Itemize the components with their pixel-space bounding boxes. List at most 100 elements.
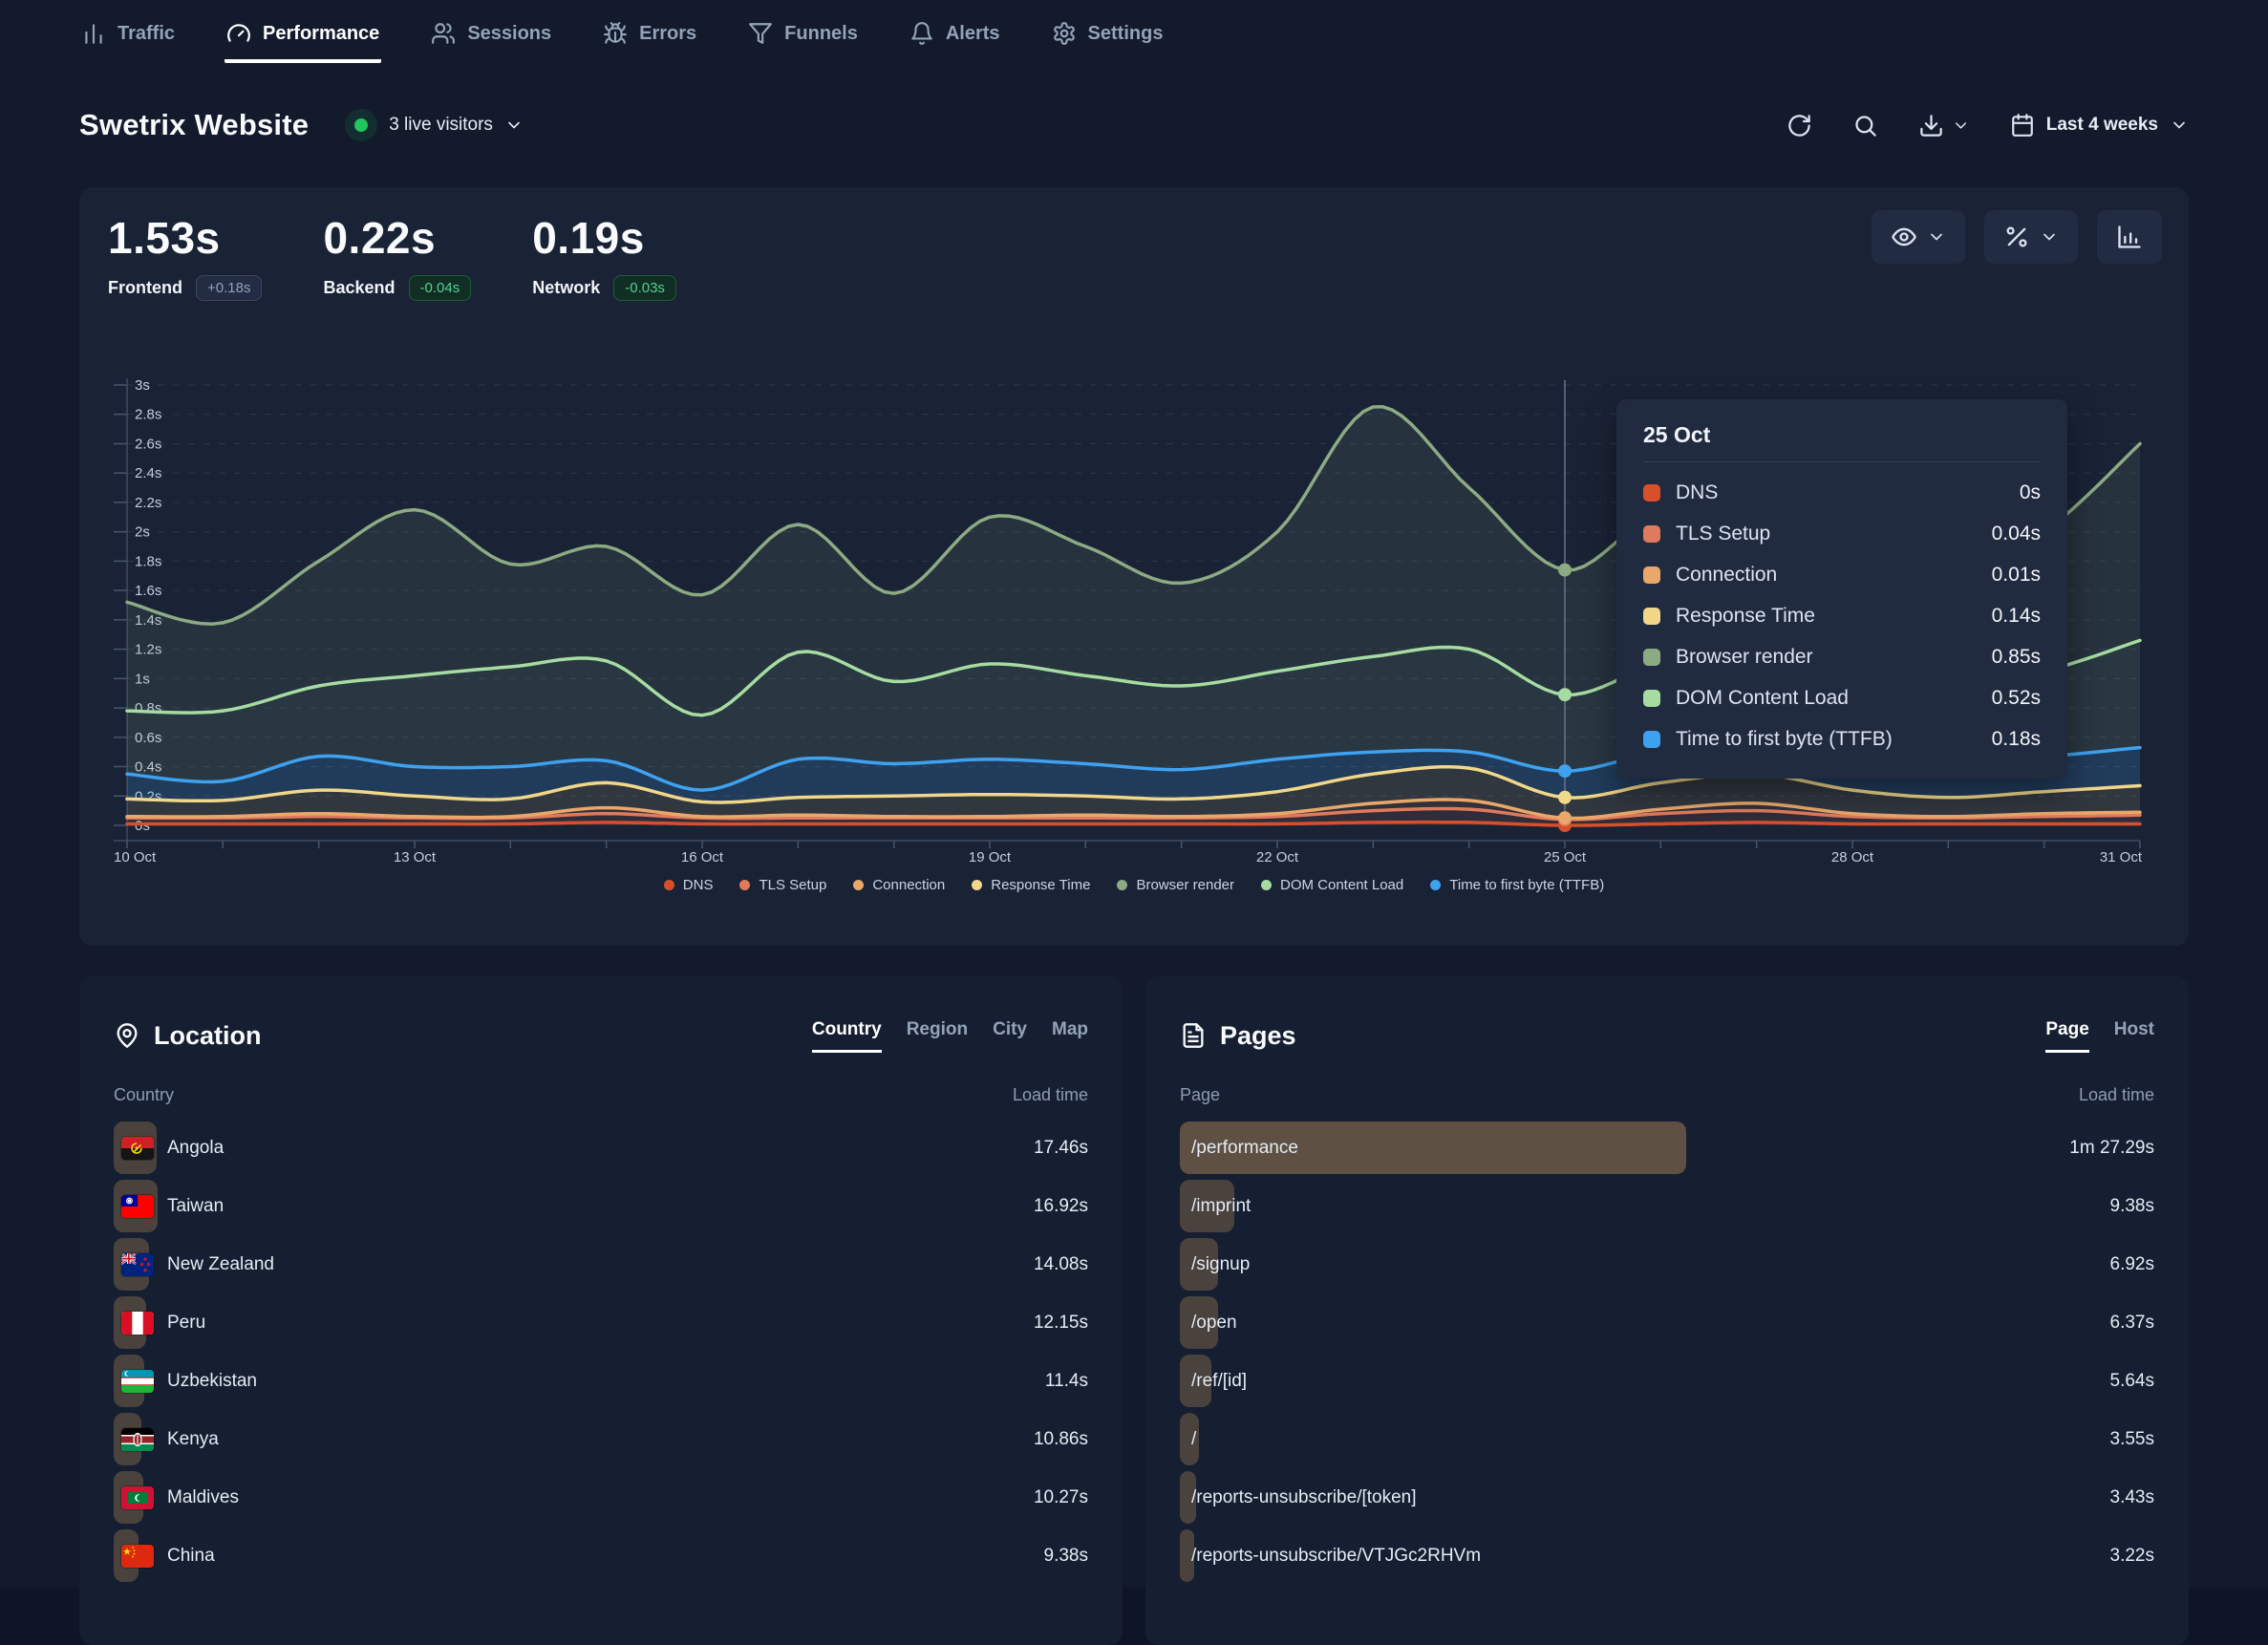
svg-text:16 Oct: 16 Oct bbox=[681, 849, 724, 865]
tooltip-swatch-icon bbox=[1643, 649, 1660, 666]
chevron-down-icon bbox=[2170, 116, 2189, 135]
page-row-ref-id[interactable]: /ref/[id]5.64s bbox=[1180, 1352, 2154, 1410]
legend-item-browser-render[interactable]: Browser render bbox=[1117, 877, 1234, 893]
tab-country[interactable]: Country bbox=[812, 1019, 882, 1053]
pages-rows: /performance1m 27.29s/imprint9.38s/signu… bbox=[1180, 1119, 2154, 1585]
country-row-uzbekistan[interactable]: Uzbekistan11.4s bbox=[114, 1352, 1088, 1410]
tooltip-metric-value: 0.14s bbox=[1992, 605, 2041, 628]
row-label: /reports-unsubscribe/[token] bbox=[1191, 1487, 1417, 1508]
nav-item-errors[interactable]: Errors bbox=[601, 13, 698, 63]
country-row-kenya[interactable]: Kenya10.86s bbox=[114, 1410, 1088, 1468]
row-label: Uzbekistan bbox=[167, 1371, 257, 1392]
country-row-taiwan[interactable]: Taiwan16.92s bbox=[114, 1177, 1088, 1235]
country-row-peru[interactable]: Peru12.15s bbox=[114, 1293, 1088, 1352]
svg-text:25 Oct: 25 Oct bbox=[1544, 849, 1587, 865]
tooltip-metric-value: 0.85s bbox=[1992, 646, 2041, 669]
svg-text:13 Oct: 13 Oct bbox=[394, 849, 437, 865]
tooltip-metric-label: Browser render bbox=[1676, 646, 1977, 669]
legend-item-dns[interactable]: DNS bbox=[664, 877, 714, 893]
header-controls: Last 4 weeks bbox=[1787, 113, 2189, 139]
live-visitors-dropdown[interactable]: 3 live visitors bbox=[345, 109, 524, 141]
map-pin-icon bbox=[114, 1022, 140, 1049]
legend-item-connection[interactable]: Connection bbox=[853, 877, 945, 893]
chart-tooltip: 25 Oct DNS0sTLS Setup0.04sConnection0.01… bbox=[1616, 399, 2067, 779]
download-icon bbox=[1918, 113, 1944, 139]
nav-item-label: Traffic bbox=[118, 23, 175, 45]
page-row-performance[interactable]: /performance1m 27.29s bbox=[1180, 1119, 2154, 1177]
chevron-down-icon bbox=[1952, 117, 1970, 135]
svg-text:31 Oct: 31 Oct bbox=[2100, 849, 2143, 865]
legend-item-time-to-first-byte-ttfb[interactable]: Time to first byte (TTFB) bbox=[1430, 877, 1604, 893]
gear-icon bbox=[1052, 21, 1077, 46]
tab-map[interactable]: Map bbox=[1052, 1019, 1088, 1053]
legend-item-tls-setup[interactable]: TLS Setup bbox=[739, 877, 826, 893]
row-label: / bbox=[1191, 1429, 1196, 1450]
tab-city[interactable]: City bbox=[993, 1019, 1027, 1053]
legend-item-dom-content-load[interactable]: DOM Content Load bbox=[1261, 877, 1403, 893]
row-label: Maldives bbox=[167, 1487, 239, 1508]
nav-item-funnels[interactable]: Funnels bbox=[746, 13, 860, 63]
row-label: China bbox=[167, 1546, 215, 1567]
tooltip-metric-label: Connection bbox=[1676, 564, 1977, 587]
tooltip-metric-value: 0.04s bbox=[1992, 523, 2041, 545]
page-row-reports-unsubscribe-vtjgc2rhvm[interactable]: /reports-unsubscribe/VTJGc2RHVm3.22s bbox=[1180, 1527, 2154, 1585]
country-row-new-zealand[interactable]: New Zealand14.08s bbox=[114, 1235, 1088, 1293]
nav-item-alerts[interactable]: Alerts bbox=[908, 13, 1002, 63]
project-header: Swetrix Website 3 live visitors Last 4 w… bbox=[79, 96, 2189, 155]
row-label: New Zealand bbox=[167, 1254, 274, 1275]
row-load-time: 3.55s bbox=[2110, 1429, 2154, 1450]
export-button[interactable] bbox=[1918, 113, 1970, 139]
tooltip-row-time-to-first-byte-ttfb: Time to first byte (TTFB)0.18s bbox=[1643, 718, 2041, 759]
row-load-time: 5.64s bbox=[2110, 1371, 2154, 1392]
legend-dot-icon bbox=[739, 880, 750, 890]
legend-dot-icon bbox=[853, 880, 864, 890]
tab-host[interactable]: Host bbox=[2114, 1019, 2154, 1053]
nav-item-traffic[interactable]: Traffic bbox=[79, 13, 177, 63]
flag-icon-mv bbox=[121, 1486, 154, 1509]
page-row-signup[interactable]: /signup6.92s bbox=[1180, 1235, 2154, 1293]
pages-panel-title: Pages bbox=[1180, 1021, 1296, 1051]
search-icon bbox=[1852, 113, 1878, 139]
row-load-time: 6.37s bbox=[2110, 1313, 2154, 1334]
svg-text:2.6s: 2.6s bbox=[135, 437, 161, 453]
gauge-icon bbox=[226, 21, 251, 46]
nav-item-label: Funnels bbox=[784, 23, 858, 45]
tooltip-swatch-icon bbox=[1643, 608, 1660, 625]
page-row-[interactable]: / 3.55s bbox=[1180, 1410, 2154, 1468]
row-label: /reports-unsubscribe/VTJGc2RHVm bbox=[1191, 1546, 1481, 1567]
legend-label: TLS Setup bbox=[759, 877, 826, 893]
legend-label: DOM Content Load bbox=[1280, 877, 1403, 893]
bug-icon bbox=[603, 21, 628, 46]
country-row-maldives[interactable]: Maldives10.27s bbox=[114, 1468, 1088, 1527]
row-label: /imprint bbox=[1191, 1196, 1251, 1217]
country-row-angola[interactable]: Angola17.46s bbox=[114, 1119, 1088, 1177]
page-row-open[interactable]: /open6.37s bbox=[1180, 1293, 2154, 1352]
legend-label: DNS bbox=[683, 877, 714, 893]
country-row-china[interactable]: China9.38s bbox=[114, 1527, 1088, 1585]
svg-text:2.2s: 2.2s bbox=[135, 495, 161, 511]
calendar-icon bbox=[2010, 113, 2035, 138]
nav-item-settings[interactable]: Settings bbox=[1050, 13, 1166, 63]
tooltip-date: 25 Oct bbox=[1643, 422, 2041, 462]
flag-icon-pe bbox=[121, 1312, 154, 1335]
performance-chart-card: 1.53sFrontend+0.18s0.22sBackend-0.04s0.1… bbox=[79, 187, 2189, 946]
row-label: Kenya bbox=[167, 1429, 219, 1450]
date-range-picker[interactable]: Last 4 weeks bbox=[2010, 113, 2189, 138]
nav-item-performance[interactable]: Performance bbox=[225, 13, 381, 63]
refresh-button[interactable] bbox=[1787, 113, 1812, 139]
svg-text:1.6s: 1.6s bbox=[135, 583, 161, 599]
tooltip-swatch-icon bbox=[1643, 731, 1660, 748]
row-label: Taiwan bbox=[167, 1196, 224, 1217]
page-row-imprint[interactable]: /imprint9.38s bbox=[1180, 1177, 2154, 1235]
svg-text:2s: 2s bbox=[135, 524, 150, 541]
page-row-reports-unsubscribe-token[interactable]: /reports-unsubscribe/[token]3.43s bbox=[1180, 1468, 2154, 1527]
legend-label: Time to first byte (TTFB) bbox=[1449, 877, 1604, 893]
nav-item-label: Settings bbox=[1088, 23, 1164, 45]
tab-region[interactable]: Region bbox=[907, 1019, 968, 1053]
legend-item-response-time[interactable]: Response Time bbox=[972, 877, 1090, 893]
tab-page[interactable]: Page bbox=[2045, 1019, 2088, 1053]
row-label: /performance bbox=[1191, 1138, 1298, 1159]
nav-item-sessions[interactable]: Sessions bbox=[429, 13, 553, 63]
search-button[interactable] bbox=[1852, 113, 1878, 139]
top-nav: Traffic Performance Sessions Errors Funnels A… bbox=[79, 13, 1165, 63]
